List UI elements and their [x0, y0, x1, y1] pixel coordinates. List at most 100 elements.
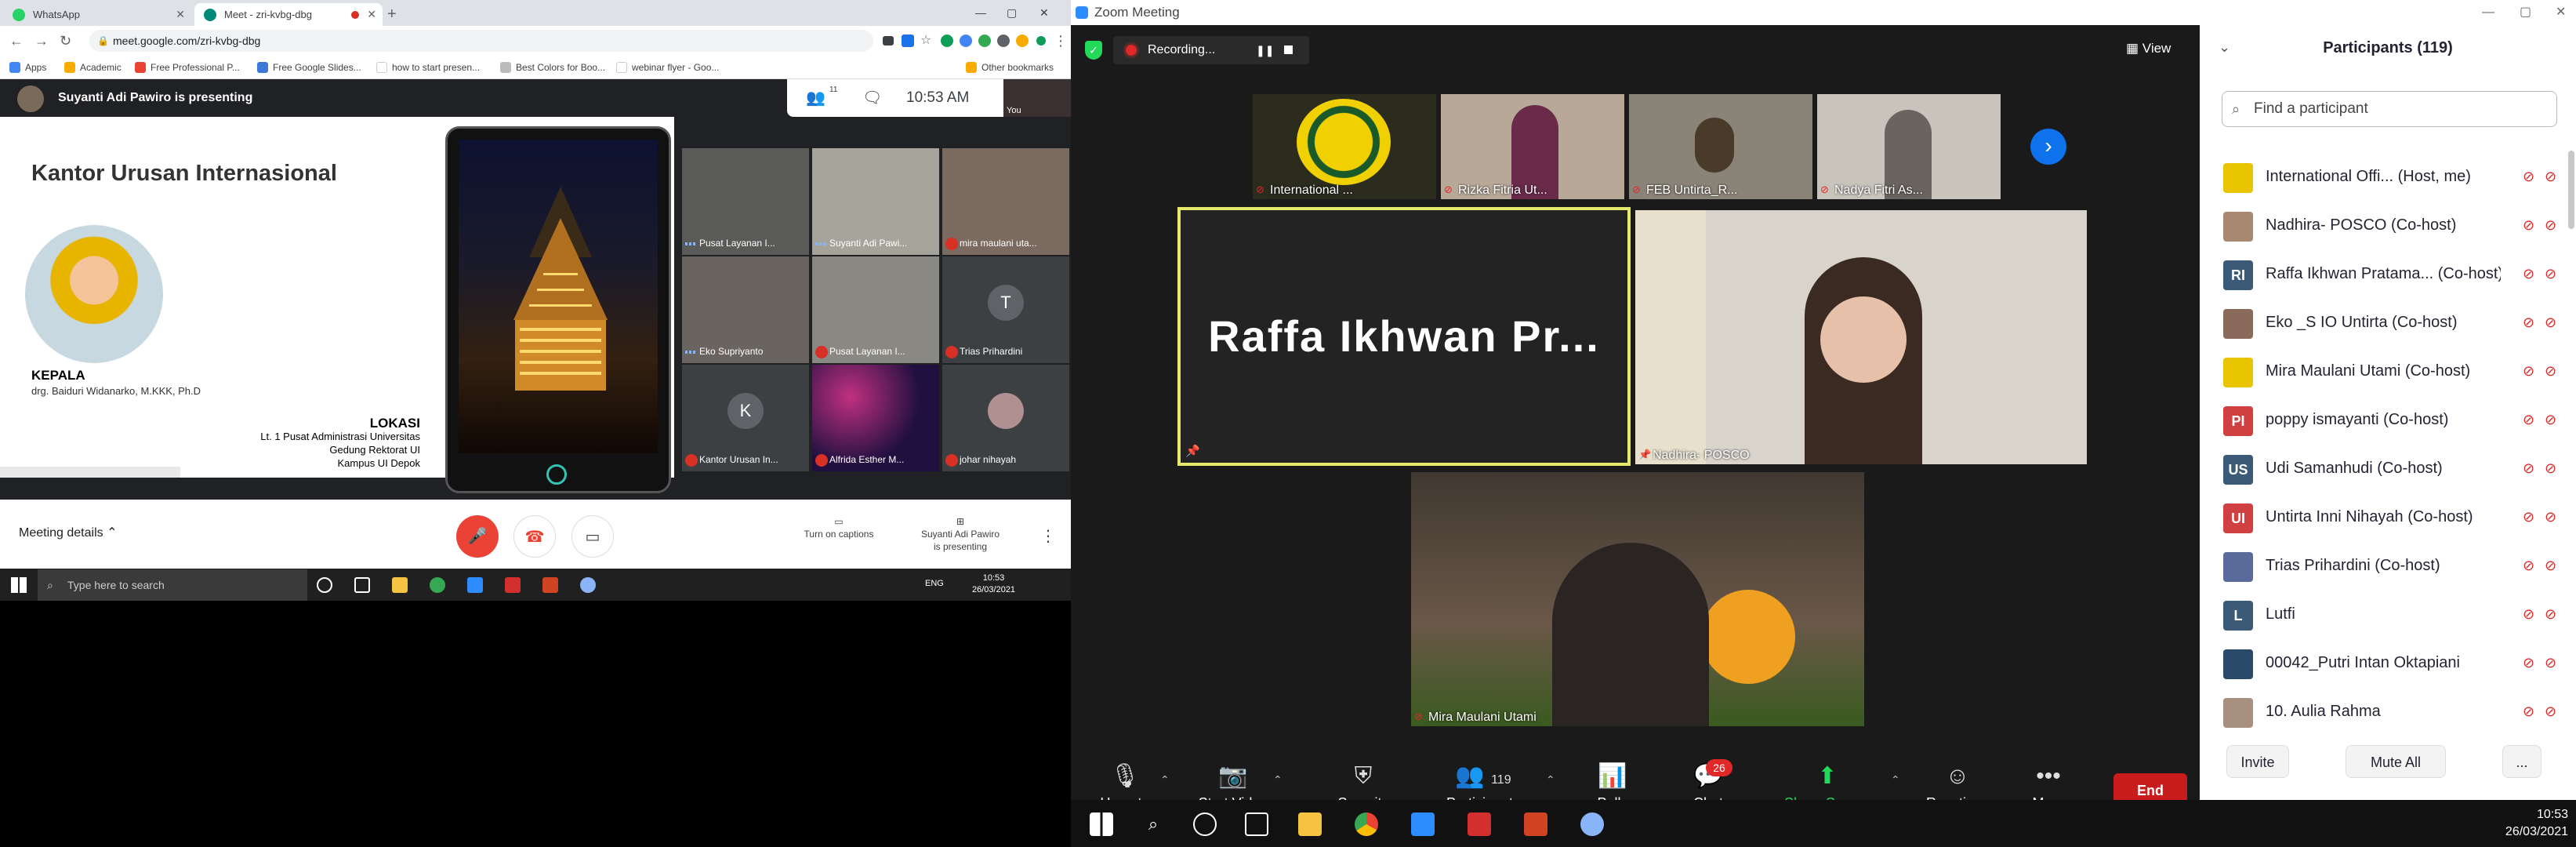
new-tab-button[interactable]: + [387, 3, 397, 26]
bookmark-apps[interactable]: Apps [9, 56, 46, 79]
star-icon[interactable]: ☆ [920, 35, 933, 47]
close-tab-icon[interactable]: ✕ [367, 3, 376, 26]
participant-tile[interactable]: johar nihayah [942, 365, 1069, 471]
zoom-icon[interactable] [1411, 812, 1435, 836]
minimize-button[interactable]: — [975, 0, 986, 26]
language-indicator[interactable]: ENG [925, 579, 944, 588]
video-off-icon[interactable]: ⊘ [2545, 557, 2556, 574]
stop-recording-icon[interactable] [1284, 45, 1293, 54]
mic-off-button[interactable]: 🎤 [456, 515, 499, 558]
mute-all-button[interactable]: Mute All [2346, 745, 2446, 778]
powerpoint-icon[interactable] [542, 577, 558, 593]
panel-more-button[interactable]: ... [2502, 745, 2542, 778]
camera-icon[interactable] [883, 36, 894, 45]
maximize-button[interactable]: ▢ [2520, 0, 2531, 25]
participant-tile[interactable]: Eko Supriyanto [682, 256, 809, 363]
gallery-tile[interactable]: ⊘ Rizka Fitria Ut... [1441, 94, 1624, 199]
video-off-icon[interactable]: ⊘ [2545, 605, 2556, 623]
maximize-button[interactable]: ▢ [1007, 0, 1017, 26]
mic-off-icon[interactable]: ⊘ [2523, 508, 2534, 525]
mic-off-icon[interactable]: ⊘ [2523, 314, 2534, 331]
scrollbar[interactable] [2568, 151, 2574, 229]
gallery-tile[interactable]: ⊘ International ... [1253, 94, 1436, 199]
close-tab-icon[interactable]: ✕ [176, 3, 185, 26]
video-off-icon[interactable]: ⊘ [2545, 168, 2556, 185]
view-button[interactable]: ▦ View [2126, 36, 2171, 61]
grammarly-icon[interactable] [941, 35, 953, 47]
participant-row[interactable]: Trias Prihardini (Co-host) ⊘ ⊘ [2200, 541, 2568, 590]
participant-tile[interactable]: mira maulani uta... [942, 148, 1069, 255]
participant-search-input[interactable]: ⌕ Find a participant [2222, 91, 2557, 127]
video-tile-mira[interactable]: ⊘ Mira Maulani Utami [1411, 472, 1864, 726]
mic-off-icon[interactable]: ⊘ [2523, 654, 2534, 671]
video-off-icon[interactable]: ⊘ [2545, 362, 2556, 380]
cortana-icon[interactable] [1193, 812, 1217, 836]
profile-avatar[interactable] [1016, 35, 1029, 47]
video-off-icon[interactable]: ⊘ [2545, 265, 2556, 282]
chrome-icon[interactable] [430, 577, 445, 593]
presenting-button[interactable]: ⊞ Suyanti Adi Pawiro is presenting [909, 515, 1011, 553]
close-window-button[interactable]: ✕ [1039, 0, 1049, 26]
pdf-icon[interactable] [505, 577, 521, 593]
participant-tile[interactable]: Suyanti Adi Pawi... [812, 148, 939, 255]
video-off-icon[interactable]: ⊘ [2545, 654, 2556, 671]
taskbar-clock[interactable]: 10:53 26/03/2021 [972, 573, 1015, 596]
pdf-icon[interactable] [1468, 812, 1491, 836]
invite-button[interactable]: Invite [2226, 745, 2289, 778]
participant-tile[interactable]: Pusat Layanan I... [812, 256, 939, 363]
video-off-icon[interactable]: ⊘ [2545, 411, 2556, 428]
video-tile-nadhira[interactable]: 📌 Nadhira- POSCO [1635, 210, 2087, 464]
video-options-icon[interactable]: ⌃ [1273, 773, 1283, 787]
chat-icon[interactable]: 🗨 [862, 79, 882, 117]
zoom-icon[interactable] [467, 577, 483, 593]
participant-tile[interactable]: Pusat Layanan I... [682, 148, 809, 255]
windows-start-icon[interactable] [11, 577, 27, 593]
mic-off-icon[interactable]: ⊘ [2523, 557, 2534, 574]
audio-options-icon[interactable]: ⌃ [1160, 773, 1170, 787]
gallery-tile[interactable]: ⊘ FEB Untirta_R... [1629, 94, 1812, 199]
participant-tile[interactable]: T Trias Prihardini [942, 256, 1069, 363]
participant-row[interactable]: L Lutfi ⊘ ⊘ [2200, 590, 2568, 638]
tab-whatsapp[interactable]: WhatsApp ✕ [3, 3, 191, 26]
participants-options-icon[interactable]: ⌃ [1546, 773, 1555, 787]
next-page-button[interactable]: › [2030, 129, 2066, 165]
puzzle-icon[interactable] [997, 35, 1010, 47]
file-explorer-icon[interactable] [1298, 812, 1322, 836]
file-explorer-icon[interactable] [392, 577, 408, 593]
security-shield-icon[interactable]: ✓ [1085, 41, 1102, 60]
tab-meet[interactable]: Meet - zri-kvbg-dbg ✕ [194, 3, 383, 26]
paint-icon[interactable] [1580, 812, 1604, 836]
mic-off-icon[interactable]: ⊘ [2523, 460, 2534, 477]
participant-row[interactable]: Nadhira- POSCO (Co-host) ⊘ ⊘ [2200, 201, 2568, 249]
forward-icon[interactable]: → [34, 31, 49, 51]
participant-row[interactable]: RI Raffa Ikhwan Pratama... (Co-host) ⊘ ⊘ [2200, 249, 2568, 298]
extension-icon[interactable] [960, 35, 972, 47]
participant-row[interactable]: 10. Aulia Rahma ⊘ ⊘ [2200, 687, 2568, 736]
chrome-icon[interactable] [1355, 812, 1378, 836]
mic-off-icon[interactable]: ⊘ [2523, 265, 2534, 282]
close-window-button[interactable]: ✕ [2556, 0, 2566, 25]
search-icon[interactable]: ⌕ [1141, 812, 1165, 836]
bookmark-academic[interactable]: Academic [64, 56, 122, 79]
participant-row[interactable]: Mira Maulani Utami (Co-host) ⊘ ⊘ [2200, 347, 2568, 395]
participant-tile[interactable]: Alfrida Esther M... [812, 365, 939, 471]
mic-off-icon[interactable]: ⊘ [2523, 216, 2534, 234]
participant-tile[interactable]: K Kantor Urusan In... [682, 365, 809, 471]
reload-icon[interactable]: ↻ [60, 31, 71, 51]
bookmark-item[interactable]: Free Google Slides... [257, 56, 361, 79]
taskbar-clock[interactable]: 10:53 26/03/2021 [2482, 806, 2568, 841]
mic-off-icon[interactable]: ⊘ [2523, 411, 2534, 428]
bookmark-item[interactable]: how to start presen... [376, 56, 480, 79]
url-field[interactable]: 🔒 meet.google.com/zri-kvbg-dbg [89, 30, 873, 52]
bookmark-other[interactable]: Other bookmarks [966, 56, 1054, 79]
participant-row[interactable]: International Offi... (Host, me) ⊘ ⊘ [2200, 152, 2568, 201]
leave-call-button[interactable]: ☎ [513, 515, 556, 558]
participant-row[interactable]: UI Untirta Inni Nihayah (Co-host) ⊘ ⊘ [2200, 493, 2568, 541]
mic-off-icon[interactable]: ⊘ [2523, 362, 2534, 380]
participant-row[interactable]: Eko _S IO Untirta (Co-host) ⊘ ⊘ [2200, 298, 2568, 347]
minimize-button[interactable]: — [2482, 0, 2494, 25]
more-options-icon[interactable]: ⋮ [1027, 515, 1069, 558]
meeting-details-button[interactable]: Meeting details ⌃ [19, 525, 117, 540]
gallery-tile[interactable]: ⊘ Nadya Fitri As... [1817, 94, 2001, 199]
sync-icon[interactable] [1036, 36, 1046, 45]
